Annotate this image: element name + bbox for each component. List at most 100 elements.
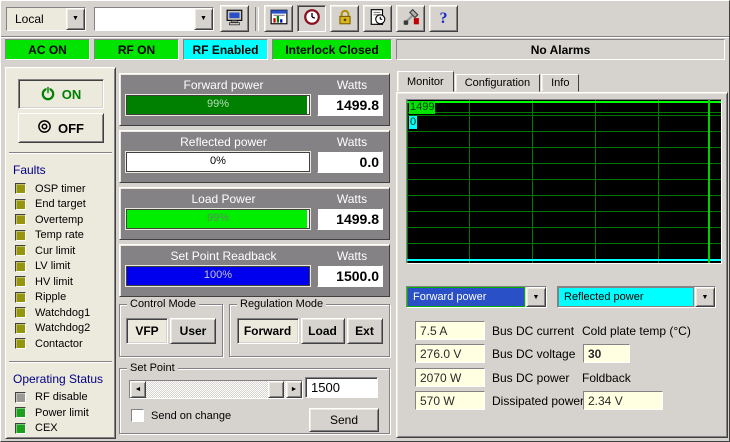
regulation-mode-group: Regulation Mode Forward Load Ext: [229, 304, 390, 357]
status-rf-label: RF ON: [118, 43, 155, 57]
user-mode-button[interactable]: User: [170, 318, 216, 344]
load-regulation-button[interactable]: Load: [301, 318, 345, 344]
status-row-rf-disable: RF disable: [6, 390, 115, 406]
faults-title: Faults: [6, 163, 115, 177]
setpoint-readback-value: 1500.0: [317, 265, 383, 287]
set-point-input[interactable]: [305, 377, 378, 398]
load-power-bar: 99%: [126, 209, 310, 229]
app-window: Local ▼ ▼ ? AC ON RF ON: [0, 0, 730, 442]
fault-row-osp-timer: OSP timer: [6, 181, 115, 197]
fault-led: [15, 183, 26, 194]
chevron-down-icon[interactable]: ▼: [526, 287, 546, 307]
rf-off-button[interactable]: OFF: [18, 113, 104, 143]
chart-forward-value-label: 1499: [409, 101, 435, 114]
status-led: [15, 392, 26, 403]
bar-percent-label: 0%: [127, 155, 309, 167]
vfp-mode-button[interactable]: VFP: [126, 318, 168, 344]
bus-dc-voltage-label: Bus DC voltage: [492, 347, 575, 361]
help-icon: ?: [440, 10, 448, 28]
setup-tools-button[interactable]: [396, 5, 425, 32]
control-mode-legend: Control Mode: [127, 298, 199, 310]
fault-label: End target: [35, 198, 86, 210]
status-alarms: No Alarms: [396, 39, 725, 60]
status-row-cex: CEX: [6, 421, 115, 437]
status-rf: RF ON: [94, 39, 179, 60]
sweep-cursor: [708, 100, 710, 263]
toolbar-separator: [255, 7, 259, 31]
bus-dc-current-label: Bus DC current: [492, 324, 574, 338]
fault-led: [15, 261, 26, 272]
connection-dropdown[interactable]: ▼: [94, 7, 214, 31]
status-rf-enabled-label: RF Enabled: [192, 43, 258, 57]
monitor-clock-button[interactable]: [297, 5, 326, 32]
status-led: [15, 423, 26, 434]
set-point-legend: Set Point: [127, 362, 178, 374]
bar-percent-label: 99%: [127, 98, 309, 110]
log-schedule-button[interactable]: [363, 5, 392, 32]
monitor-tabs: Monitor Configuration Info: [397, 71, 580, 92]
fault-row-overtemp: Overtemp: [6, 212, 115, 228]
help-button[interactable]: ?: [429, 5, 458, 32]
send-on-change-row[interactable]: Send on change: [131, 409, 231, 422]
rf-off-label: OFF: [58, 121, 84, 136]
panel-view-button[interactable]: [264, 5, 293, 32]
reflected-power-value: 0.0: [317, 151, 383, 173]
monitor-tab-panel: 1499 0 Forward power ▼ Reflected power ▼…: [396, 92, 728, 438]
tab-monitor[interactable]: Monitor: [397, 71, 454, 92]
scrollbar-thumb[interactable]: [268, 381, 284, 398]
fault-row-contactor: Contactor: [6, 336, 115, 352]
tab-configuration[interactable]: Configuration: [455, 74, 540, 92]
forward-power-bar: 99%: [126, 95, 310, 115]
power-on-icon: [40, 85, 56, 104]
fault-led: [15, 214, 26, 225]
trace2-selector[interactable]: Reflected power ▼: [557, 286, 716, 308]
window-report-icon: [270, 8, 288, 29]
bar-percent-label: 100%: [127, 269, 309, 281]
set-point-group: Set Point ◄ ► Send on change Send: [119, 368, 390, 434]
remote-connect-button[interactable]: [220, 5, 249, 32]
rf-on-button[interactable]: ON: [18, 79, 104, 109]
chevron-down-icon[interactable]: ▼: [695, 287, 715, 307]
send-button[interactable]: Send: [309, 408, 379, 432]
ext-regulation-button[interactable]: Ext: [347, 318, 383, 344]
fault-row-end-target: End target: [6, 197, 115, 213]
fault-label: Watchdog1: [35, 307, 90, 319]
local-mode-dropdown[interactable]: Local ▼: [6, 7, 86, 31]
tab-info[interactable]: Info: [541, 74, 579, 92]
toolbar: Local ▼ ▼ ?: [1, 1, 729, 37]
separator: [9, 361, 112, 363]
fault-row-cur-limit: Cur limit: [6, 243, 115, 259]
status-label: Power limit: [35, 407, 89, 419]
chevron-down-icon[interactable]: ▼: [194, 8, 213, 30]
status-bar: AC ON RF ON RF Enabled Interlock Closed …: [1, 39, 729, 62]
computer-icon: [226, 8, 244, 29]
fault-row-watchdog2: Watchdog2: [6, 321, 115, 337]
chevron-down-icon[interactable]: ▼: [66, 8, 85, 30]
meter-title: Reflected power: [126, 135, 321, 149]
fault-row-hv-limit: HV limit: [6, 274, 115, 290]
send-on-change-checkbox[interactable]: [131, 409, 144, 422]
meter-unit: Watts: [321, 78, 383, 92]
trace1-selector[interactable]: Forward power ▼: [406, 286, 547, 308]
reflected-power-trace: [407, 259, 721, 261]
foldback-value: 2.34 V: [583, 391, 663, 410]
status-ac-label: AC ON: [28, 43, 67, 57]
chart-reflected-value-label: 0: [409, 116, 417, 129]
clipboard-clock-icon: [369, 8, 387, 29]
security-lock-button[interactable]: [330, 5, 359, 32]
fault-label: OSP timer: [35, 183, 86, 195]
forward-regulation-button[interactable]: Forward: [237, 318, 299, 344]
cold-plate-temp-label: Cold plate temp (°C): [582, 324, 691, 338]
meter-reflected-power: Reflected powerWatts 0% 0.0: [119, 130, 390, 183]
meter-setpoint-readback: Set Point ReadbackWatts 100% 1500.0: [119, 244, 390, 297]
trace2-value: Reflected power: [558, 287, 694, 307]
meter-unit: Watts: [321, 135, 383, 149]
set-point-scrollbar[interactable]: ◄ ►: [129, 380, 303, 399]
load-power-value: 1499.8: [317, 208, 383, 230]
scroll-right-arrow-icon[interactable]: ►: [286, 381, 302, 398]
tools-icon: [402, 8, 420, 29]
fault-label: Watchdog2: [35, 322, 90, 334]
separator: [9, 152, 112, 154]
trace1-value: Forward power: [407, 287, 525, 307]
scroll-left-arrow-icon[interactable]: ◄: [130, 381, 146, 398]
